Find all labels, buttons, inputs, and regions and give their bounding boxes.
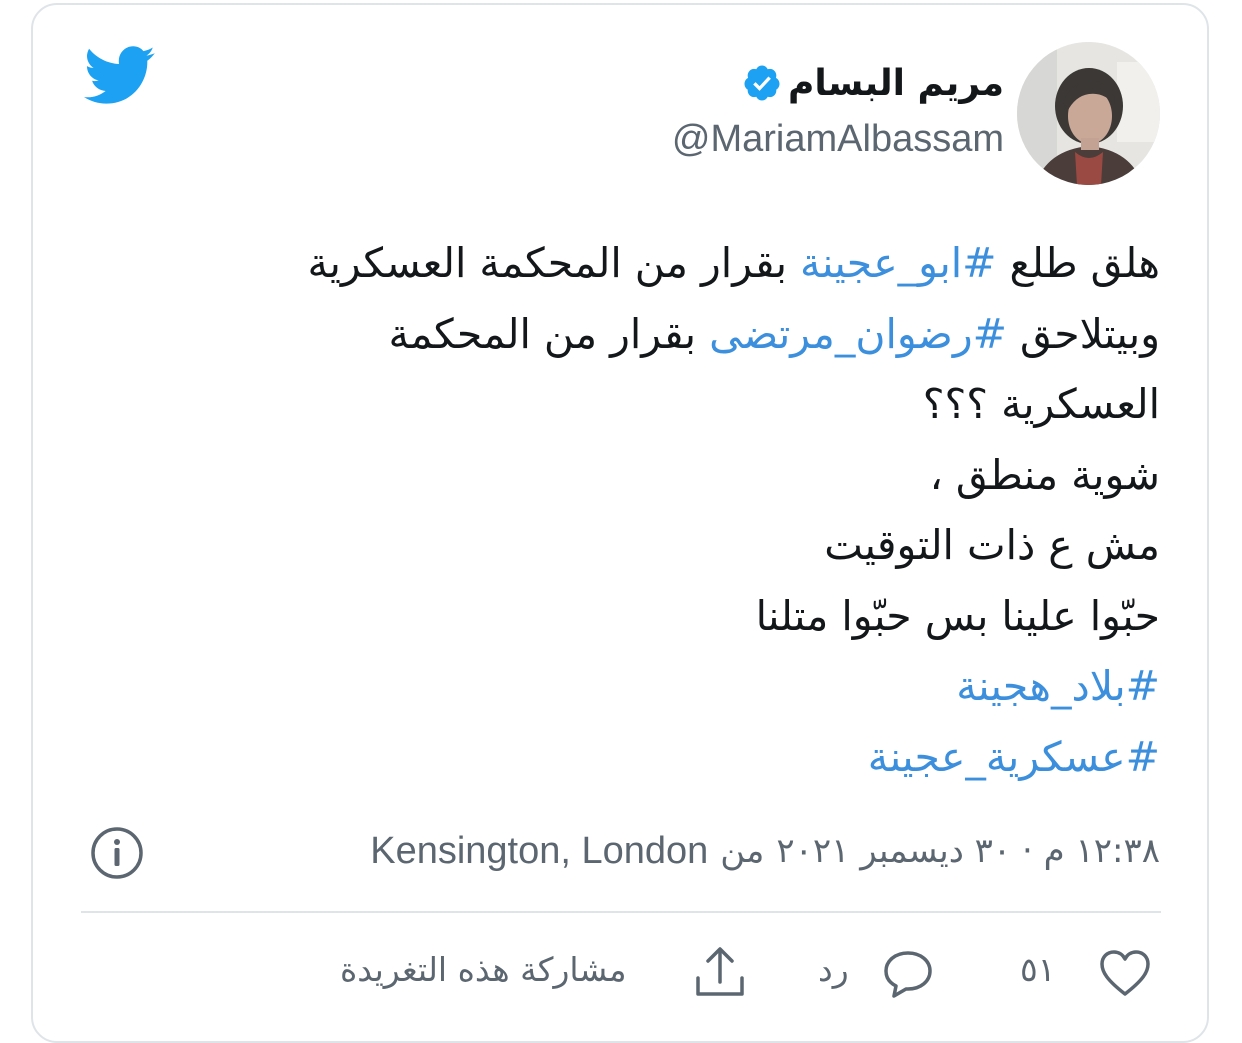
tweet-line: حبّوا علينا بس حبّوا متلنا — [150, 581, 1160, 652]
tweet-text-segment: بقرار من المحكمة العسكرية — [307, 239, 801, 287]
hashtag-link[interactable]: #ابو_عجينة — [800, 239, 997, 287]
share-label[interactable]: مشاركة هذه التغريدة — [340, 950, 627, 989]
tweet-location[interactable]: Kensington, London — [370, 830, 708, 873]
tweet-line: شوية منطق ، — [150, 440, 1160, 511]
author-name[interactable]: مريم البسام — [788, 63, 1004, 104]
verified-badge-icon — [744, 65, 780, 101]
tweet-line: هلق طلع #ابو_عجينة بقرار من المحكمة العس… — [150, 228, 1160, 299]
avatar-photo — [1017, 42, 1160, 185]
tweet-line: #عسكرية_عجينة — [150, 722, 1160, 793]
tweet-text-segment: بقرار من المحكمة — [388, 309, 710, 358]
tweet-text: هلق طلع #ابو_عجينة بقرار من المحكمة العس… — [150, 228, 1160, 792]
tweet-line: مش ع ذات التوقيت — [150, 510, 1160, 581]
tweet-text-segment: وبيتلاحق — [1007, 309, 1160, 358]
tweet-meta: Kensington, London من ١٢:٣٨ م · ٣٠ ديسمب… — [370, 826, 1160, 876]
tweet-text-segment: مش ع ذات التوقيت — [824, 521, 1160, 569]
tweet-line: وبيتلاحق #رضوان_مرتضى بقرار من المحكمة — [150, 299, 1161, 370]
tweet-line: العسكرية ؟؟؟ — [150, 369, 1160, 440]
author-name-row[interactable]: مريم البسام — [742, 58, 1004, 108]
info-icon[interactable] — [89, 825, 145, 881]
tweet-text-segment: حبّوا علينا بس حبّوا متلنا — [755, 591, 1160, 640]
hashtag-link[interactable]: #عسكرية_عجينة — [868, 733, 1160, 781]
twitter-bird-icon[interactable] — [84, 46, 156, 106]
speech-bubble-icon[interactable] — [880, 946, 936, 1002]
tweet-text-segment: شوية منطق ، — [929, 450, 1160, 499]
hashtag-link[interactable]: #بلاد_هجينة — [956, 662, 1160, 710]
reply-label[interactable]: رد — [818, 950, 849, 989]
avatar[interactable] — [1017, 42, 1160, 185]
divider — [81, 911, 1161, 913]
heart-icon[interactable] — [1097, 946, 1153, 1002]
tweet-line: #بلاد_هجينة — [150, 651, 1160, 722]
tweet-text-segment: العسكرية ؟؟؟ — [922, 380, 1160, 428]
like-count[interactable]: ٥١ — [1020, 950, 1055, 989]
from-label: من — [720, 831, 765, 871]
share-upload-icon[interactable] — [692, 944, 748, 1000]
tweet-text-segment: هلق طلع — [996, 239, 1160, 287]
tweet-timestamp[interactable]: ١٢:٣٨ م · ٣٠ ديسمبر ٢٠٢١ — [776, 831, 1160, 871]
author-handle[interactable]: @MariamAlbassam — [672, 118, 1004, 161]
hashtag-link[interactable]: #رضوان_مرتضى — [709, 310, 1007, 358]
